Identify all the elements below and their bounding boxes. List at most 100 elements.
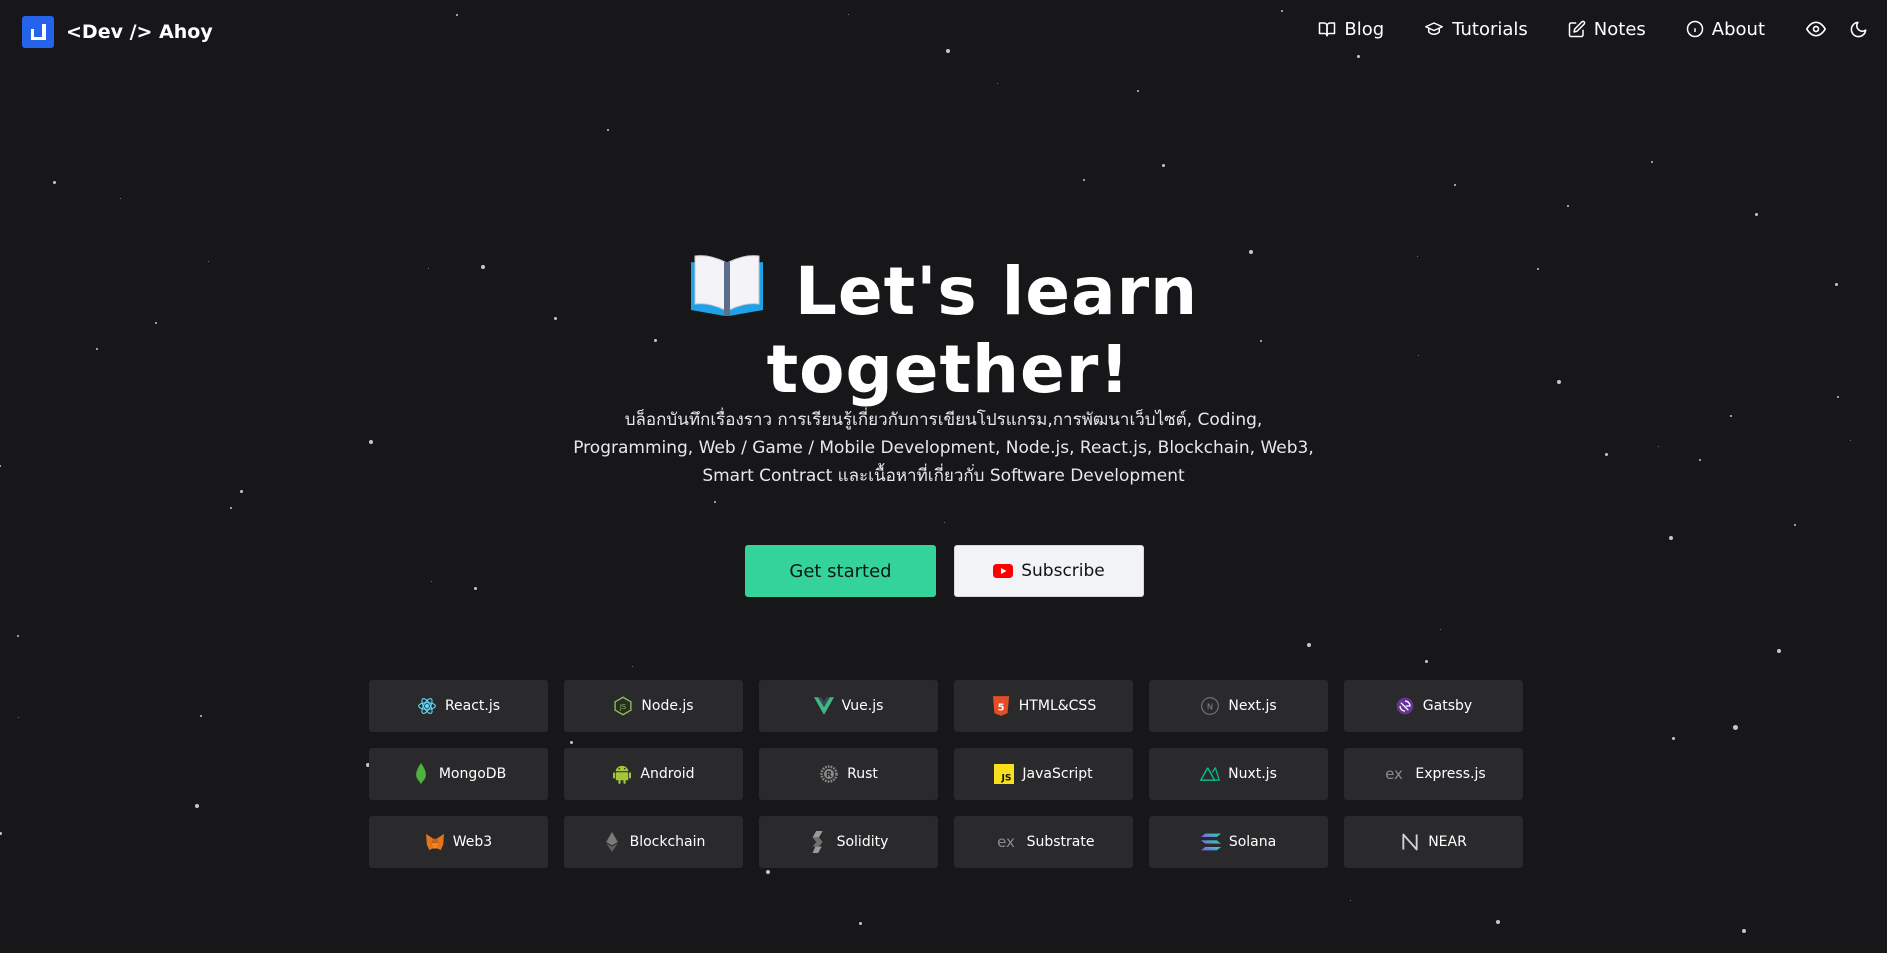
javascript-icon: JS [994,764,1015,784]
star-dot [239,489,243,493]
subscribe-label: Subscribe [1021,561,1105,581]
tech-label: Android [640,766,695,782]
star-dot [200,715,202,717]
svg-text:ex: ex [1385,765,1403,783]
solana-icon [1200,832,1221,852]
open-book-icon [689,252,765,333]
star-dot [195,804,199,808]
star-dot [369,440,373,444]
star-dot [1657,445,1659,447]
hero-title-line2: together! [766,331,1131,409]
logo-link[interactable]: <Dev /> Ahoy [22,16,213,48]
star-dot [1732,724,1738,730]
tech-tile-javascript[interactable]: JS JavaScript [954,748,1133,800]
gatsby-icon [1395,696,1415,716]
star-dot [52,180,56,184]
star-dot [943,521,945,523]
svg-text:JS: JS [619,703,626,711]
star-dot [1849,439,1851,441]
tech-tile-near[interactable]: NEAR [1344,816,1523,868]
nav-label: Notes [1593,18,1646,40]
star-dot [996,82,998,84]
tech-tile-solidity[interactable]: Solidity [759,816,938,868]
html5-icon: 5 [991,696,1011,716]
tech-label: Vue.js [841,698,884,714]
react-icon [417,696,437,716]
nav-label: About [1711,18,1765,40]
tech-tile-react[interactable]: React.js [369,680,548,732]
star-dot [1604,452,1608,456]
tech-tile-nodejs[interactable]: JS Node.js [564,680,743,732]
svg-text:R: R [826,770,832,779]
star-dot [17,716,19,718]
tech-label: Solana [1228,834,1277,850]
solidity-icon [809,831,829,853]
tech-tile-rust[interactable]: R Rust [759,748,938,800]
android-icon [612,764,632,784]
nav-item-about[interactable]: About [1686,19,1765,40]
svg-text:ex: ex [997,833,1015,851]
logo-text: <Dev /> Ahoy [66,21,213,43]
hero-description: บล็อกบันทึกเรื่องราว การเรียนรู้เกี่ยวกั… [573,410,1314,486]
tech-label: Blockchain [629,834,706,850]
star-dot [1496,920,1500,924]
nav-item-blog[interactable]: Blog [1318,19,1384,40]
svg-text:5: 5 [997,703,1004,714]
star-dot [430,580,432,582]
tech-label: Nuxt.js [1228,766,1277,782]
tech-tile-express[interactable]: ex Express.js [1344,748,1523,800]
moon-icon[interactable] [1847,18,1869,40]
tech-tile-blockchain[interactable]: Blockchain [564,816,743,868]
star-dot [473,586,477,590]
star-dot [766,870,770,874]
tech-tile-web3[interactable]: Web3 [369,816,548,868]
tech-label: Node.js [641,698,694,714]
svg-text:N: N [1207,701,1213,711]
rust-icon: R [819,764,839,784]
near-icon [1400,832,1420,852]
subscribe-button[interactable]: Subscribe [954,545,1144,597]
tech-tile-nuxt[interactable]: Nuxt.js [1149,748,1328,800]
star-dot [1794,524,1796,526]
tech-tile-android[interactable]: Android [564,748,743,800]
tech-tile-solana[interactable]: Solana [1149,816,1328,868]
nuxt-icon [1200,764,1220,784]
star-dot [0,465,1,467]
star-dot [1137,90,1139,92]
star-dot [858,921,862,925]
tech-label: Rust [847,766,878,782]
book-open-icon [1319,22,1336,37]
tech-label: Gatsby [1422,698,1473,714]
star-dot [1454,184,1456,186]
eye-icon[interactable] [1805,18,1827,40]
tech-tile-vue[interactable]: Vue.js [759,680,938,732]
site-header: <Dev /> Ahoy Blog Tutorials Notes About [0,0,1887,62]
graduation-cap-icon [1425,22,1444,35]
star-dot [230,507,232,509]
tech-label: Express.js [1415,766,1486,782]
star-dot [1307,643,1311,647]
hero-title: Let's learn together! [0,252,1887,407]
get-started-button[interactable]: Get started [745,545,936,597]
express-icon: ex [1381,764,1407,784]
star-dot [1161,163,1165,167]
tech-tile-mongodb[interactable]: MongoDB [369,748,548,800]
substrate-icon: ex [993,832,1019,852]
tech-tile-nextjs[interactable]: N Next.js [1149,680,1328,732]
tech-label: Substrate [1026,834,1095,850]
tech-tile-gatsby[interactable]: Gatsby [1344,680,1523,732]
star-dot [1439,628,1441,630]
star-dot [631,665,633,667]
tech-tile-html-css[interactable]: 5 HTML&CSS [954,680,1133,732]
hero-title-line1: Let's learn [794,253,1199,331]
nodejs-icon: JS [613,696,633,716]
ethereum-icon [602,832,622,852]
edit-icon [1568,20,1586,38]
nav-item-notes[interactable]: Notes [1568,19,1646,40]
star-dot [1730,415,1732,417]
star-dot [1651,161,1653,163]
tech-label: Solidity [836,834,889,850]
nav-item-tutorials[interactable]: Tutorials [1424,19,1528,40]
star-dot [1754,212,1758,216]
tech-tile-substrate[interactable]: ex Substrate [954,816,1133,868]
